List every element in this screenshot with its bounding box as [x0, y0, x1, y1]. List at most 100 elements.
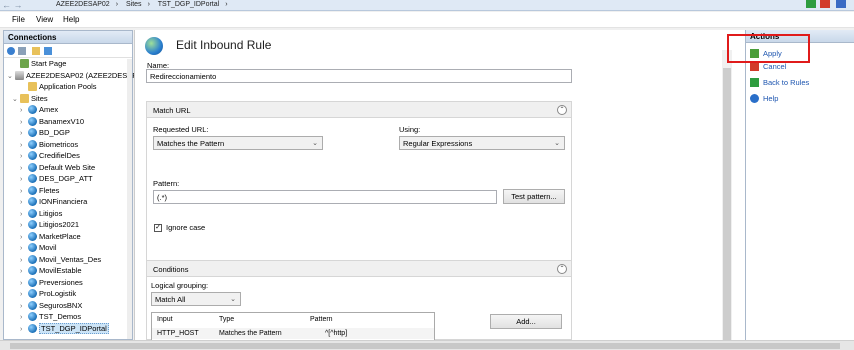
tree-node[interactable]: › Movil_Ventas_Des [20, 254, 101, 265]
help-action[interactable]: Help [750, 94, 778, 103]
tree-node[interactable]: ⌄ Sites [12, 93, 48, 104]
expand-icon[interactable]: › [20, 232, 28, 243]
column-header[interactable]: Type [219, 316, 234, 323]
tree-node[interactable]: › BanamexV10 [20, 116, 84, 127]
expand-icon[interactable]: › [20, 220, 28, 231]
connect-icon[interactable] [7, 47, 15, 55]
match-url-header[interactable]: Match URL ⌃ [147, 102, 571, 118]
tree-node[interactable]: › TST_DGP_IDPortal [20, 322, 109, 335]
main-pane: Edit Inbound Rule Name: Redireccionamien… [134, 30, 745, 341]
tree-node[interactable]: › Litigios [20, 208, 62, 219]
expand-icon[interactable]: ⌄ [12, 94, 20, 105]
expand-icon[interactable]: › [20, 312, 28, 323]
expand-icon[interactable]: › [20, 209, 28, 220]
tree-node[interactable]: › Preversiones [20, 277, 83, 288]
folder-icon[interactable] [32, 47, 40, 55]
expand-icon[interactable]: › [20, 289, 28, 300]
tree-node[interactable]: › MovilEstable [20, 265, 82, 276]
globe-icon [28, 174, 37, 183]
cancel-action[interactable]: Cancel [750, 62, 786, 71]
menu-file[interactable]: File [12, 15, 25, 24]
column-header[interactable]: Input [157, 316, 173, 323]
back-forward-icon[interactable]: ← → [2, 0, 23, 10]
expand-icon[interactable]: › [20, 243, 28, 254]
tree-node[interactable]: Application Pools [20, 81, 97, 92]
logical-grouping-select[interactable]: Match All ⌄ [151, 292, 241, 306]
tree-node[interactable]: › Amex [20, 104, 58, 115]
menu-help[interactable]: Help [63, 15, 79, 24]
tree-node[interactable]: › ProLogistik [20, 288, 76, 299]
home-icon[interactable] [836, 0, 846, 8]
expand-icon[interactable]: › [20, 197, 28, 208]
expand-icon[interactable]: › [20, 174, 28, 185]
tree-node[interactable]: › DES_DGP_ATT [20, 173, 93, 184]
tree-node[interactable]: › BD_DGP [20, 127, 70, 138]
pattern-input[interactable]: (.*) [153, 190, 497, 204]
expand-icon[interactable]: › [20, 151, 28, 162]
expand-icon[interactable]: › [20, 105, 28, 116]
tree-node-label: CredifielDes [39, 151, 80, 160]
conditions-header[interactable]: Conditions ⌃ [147, 261, 571, 277]
tree-scrollbar[interactable] [127, 59, 132, 339]
globe-icon [28, 254, 37, 264]
tree-node[interactable]: › Default Web Site [20, 162, 95, 173]
breadcrumb-server[interactable]: AZEE2DESAP02 [56, 1, 110, 8]
tree-node-label: TST_DGP_IDPortal [39, 322, 109, 334]
table-cell: Matches the Pattern [219, 330, 282, 337]
globe-icon [28, 220, 37, 229]
expand-icon[interactable]: › [20, 324, 28, 335]
tree-node-label: Preversiones [39, 277, 83, 287]
refresh-icon[interactable] [806, 0, 816, 8]
tree-node[interactable]: › Litigios2021 [20, 219, 79, 230]
ignore-case-checkbox[interactable]: ✓ [154, 224, 162, 232]
back-to-rules-action[interactable]: Back to Rules [750, 78, 809, 87]
connect-server-icon[interactable] [44, 47, 52, 55]
table-row[interactable]: HTTP_HOST Matches the Pattern ^[^http] [152, 328, 434, 339]
collapse-icon[interactable]: ⌃ [557, 105, 567, 115]
expand-icon[interactable]: ⌄ [7, 71, 15, 82]
expand-icon[interactable]: › [20, 301, 28, 312]
tree-node[interactable]: Start Page [12, 58, 66, 69]
globe-icon [28, 289, 37, 298]
tree-node[interactable]: › SegurosBNX [20, 300, 82, 311]
scrollbar-thumb[interactable] [723, 68, 731, 348]
breadcrumb-sites[interactable]: Sites [126, 1, 142, 8]
expand-icon[interactable]: › [20, 255, 28, 266]
stop-icon[interactable] [820, 0, 830, 8]
expand-icon[interactable]: › [20, 278, 28, 289]
save-icon[interactable] [18, 47, 26, 55]
expand-icon[interactable]: › [20, 186, 28, 197]
tree-node[interactable]: › IONFinanciera [20, 196, 87, 207]
tree-node-label: AZEE2DESAP02 (AZEE2DESAP [26, 70, 138, 80]
test-pattern-button[interactable]: Test pattern... [503, 189, 565, 204]
breadcrumb-site[interactable]: TST_DGP_IDPortal [158, 1, 219, 8]
tree-node[interactable]: › MarketPlace [20, 231, 81, 242]
requested-url-select[interactable]: Matches the Pattern ⌄ [153, 136, 323, 150]
expand-icon[interactable]: › [20, 163, 28, 174]
using-select[interactable]: Regular Expressions ⌄ [399, 136, 565, 150]
connections-pane: Connections Start Page ⌄ AZEE2DESAP02 (AZE… [3, 30, 137, 340]
column-header[interactable]: Pattern [310, 316, 333, 323]
tree-node[interactable]: ⌄ AZEE2DESAP02 (AZEE2DESAP [7, 70, 137, 81]
expand-icon[interactable]: › [20, 266, 28, 277]
expand-icon[interactable]: › [20, 117, 28, 128]
help-icon [750, 94, 759, 103]
tree-node[interactable]: › Movil [20, 242, 57, 253]
main-scrollbar[interactable] [722, 50, 732, 348]
tree-node[interactable]: › Fletes [20, 185, 59, 196]
expand-icon[interactable]: › [20, 140, 28, 151]
tree-node[interactable]: › TST_Demos [20, 311, 81, 322]
menu-view[interactable]: View [36, 15, 53, 24]
collapse-icon[interactable]: ⌃ [557, 264, 567, 274]
tree-node[interactable]: › Biometricos [20, 139, 78, 150]
globe-icon [145, 37, 163, 55]
chevron-down-icon: ⌄ [230, 296, 236, 303]
name-input[interactable]: Redireccionamiento [146, 69, 572, 83]
globe-icon [28, 208, 37, 218]
scrollbar-thumb[interactable] [10, 343, 840, 349]
tree-node-label: TST_Demos [39, 312, 82, 321]
horizontal-scrollbar[interactable] [0, 340, 854, 350]
tree-node[interactable]: › CredifielDes [20, 150, 80, 161]
add-condition-button[interactable]: Add... [490, 314, 562, 329]
expand-icon[interactable]: › [20, 128, 28, 139]
